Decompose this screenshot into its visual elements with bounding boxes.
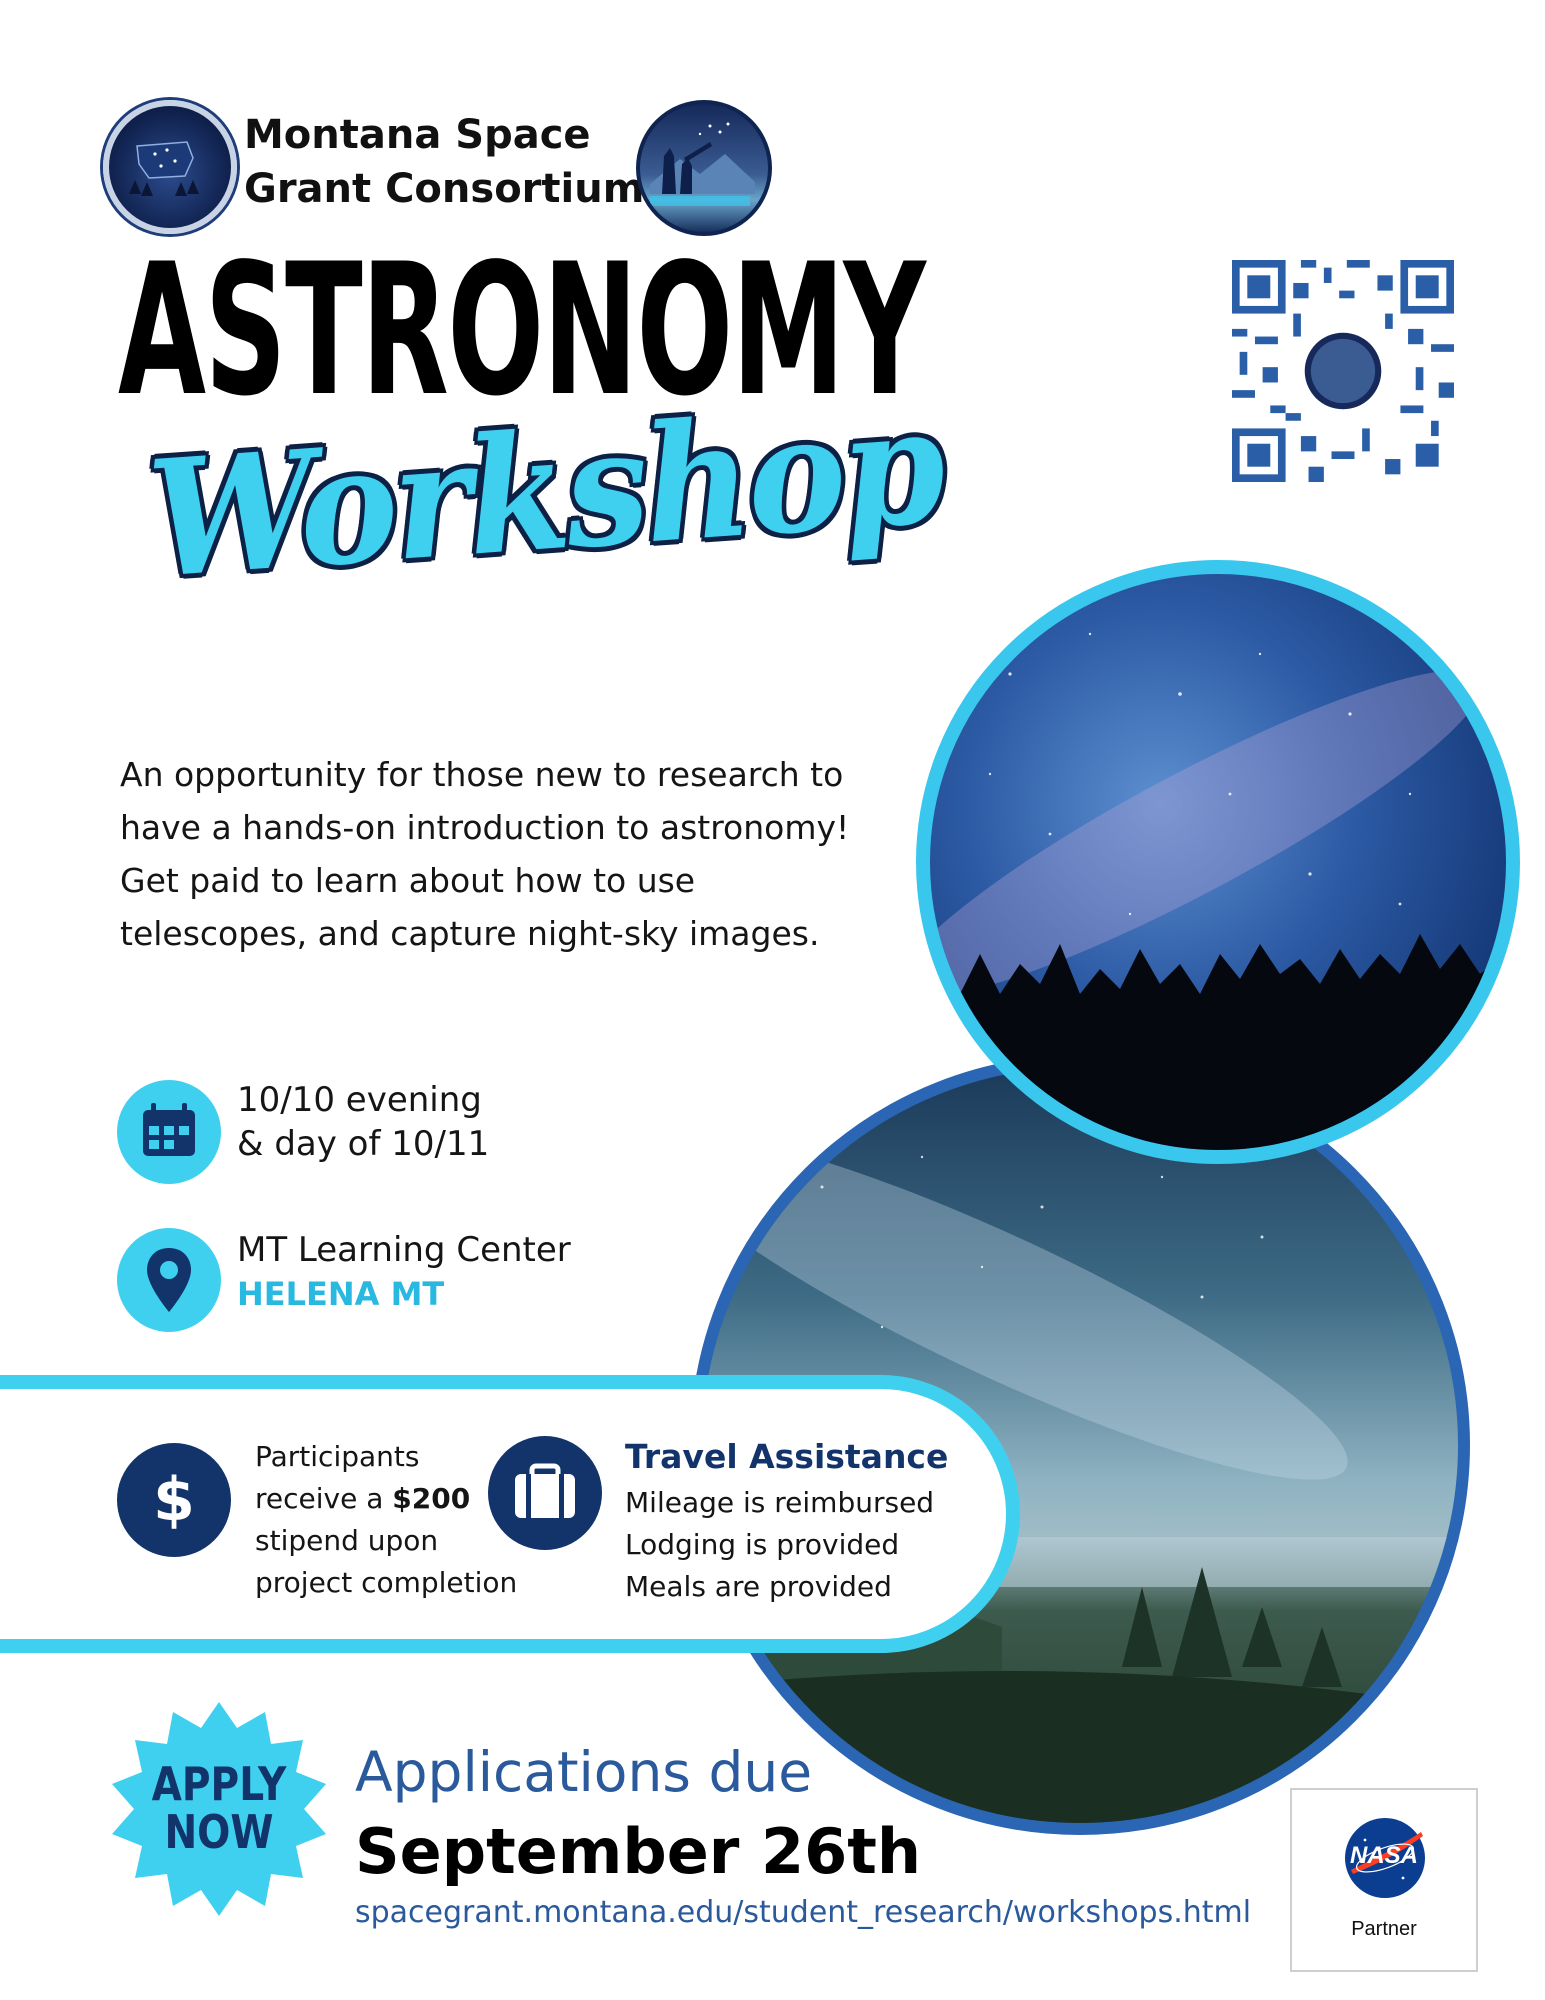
travel-item-mileage: Mileage is reimbursed	[625, 1486, 935, 1519]
applications-due-date: September 26th	[355, 1815, 922, 1888]
nasa-partner-logo: NASA Partner	[1290, 1788, 1478, 1972]
stipend-amount: $200	[392, 1482, 471, 1515]
travel-assistance-list: Mileage is reimbursed Lodging is provide…	[625, 1482, 934, 1608]
qr-code[interactable]	[1232, 260, 1454, 482]
location-pin-icon	[117, 1228, 221, 1332]
event-date: 10/10 evening & day of 10/11	[237, 1078, 489, 1166]
calendar-icon	[117, 1080, 221, 1184]
apply-line2: NOW	[164, 1805, 274, 1859]
description-pay: Get paid to learn about how to use teles…	[120, 861, 820, 953]
mlc-logo	[636, 100, 772, 236]
msgc-logo	[103, 100, 237, 234]
applications-due-label: Applications due	[355, 1740, 813, 1804]
briefcase-icon	[488, 1436, 602, 1550]
event-location: MT Learning Center HELENA MT	[237, 1228, 571, 1316]
nasa-partner-label: Partner	[1351, 1918, 1417, 1940]
apply-line1: APPLY	[151, 1757, 287, 1811]
location-name: MT Learning Center	[237, 1230, 571, 1270]
stipend-prefix: receive a	[255, 1482, 393, 1515]
stipend-text: Participants receive a $200 stipend upon…	[255, 1436, 517, 1604]
description-intro: An opportunity for those new to research…	[120, 755, 850, 847]
stipend-line3: stipend upon	[255, 1524, 439, 1557]
org-name-line1: Montana Space	[244, 112, 591, 158]
travel-assistance-title: Travel Assistance	[625, 1437, 949, 1476]
dollar-icon: $	[117, 1443, 231, 1557]
nasa-wordmark: NASA	[1349, 1842, 1418, 1869]
travel-item-lodging: Lodging is provided	[625, 1528, 900, 1561]
event-date-line1: 10/10 evening	[237, 1080, 482, 1120]
title-workshop: Workshop	[143, 370, 948, 614]
description: An opportunity for those new to research…	[120, 748, 860, 960]
stipend-line2: receive a $200	[255, 1478, 517, 1520]
location-city: HELENA MT	[237, 1275, 445, 1313]
apply-now-text[interactable]: APPLY NOW	[125, 1760, 314, 1856]
org-name: Montana Space Grant Consortium	[244, 108, 644, 216]
milky-way-photo	[916, 560, 1520, 1164]
event-date-line2: & day of 10/11	[237, 1124, 490, 1164]
org-name-line2: Grant Consortium	[244, 166, 645, 212]
workshop-url-link[interactable]: spacegrant.montana.edu/student_research/…	[355, 1895, 1251, 1930]
stipend-line4: project completion	[255, 1566, 518, 1599]
travel-item-meals: Meals are provided	[625, 1570, 892, 1603]
stipend-line1: Participants	[255, 1440, 420, 1473]
